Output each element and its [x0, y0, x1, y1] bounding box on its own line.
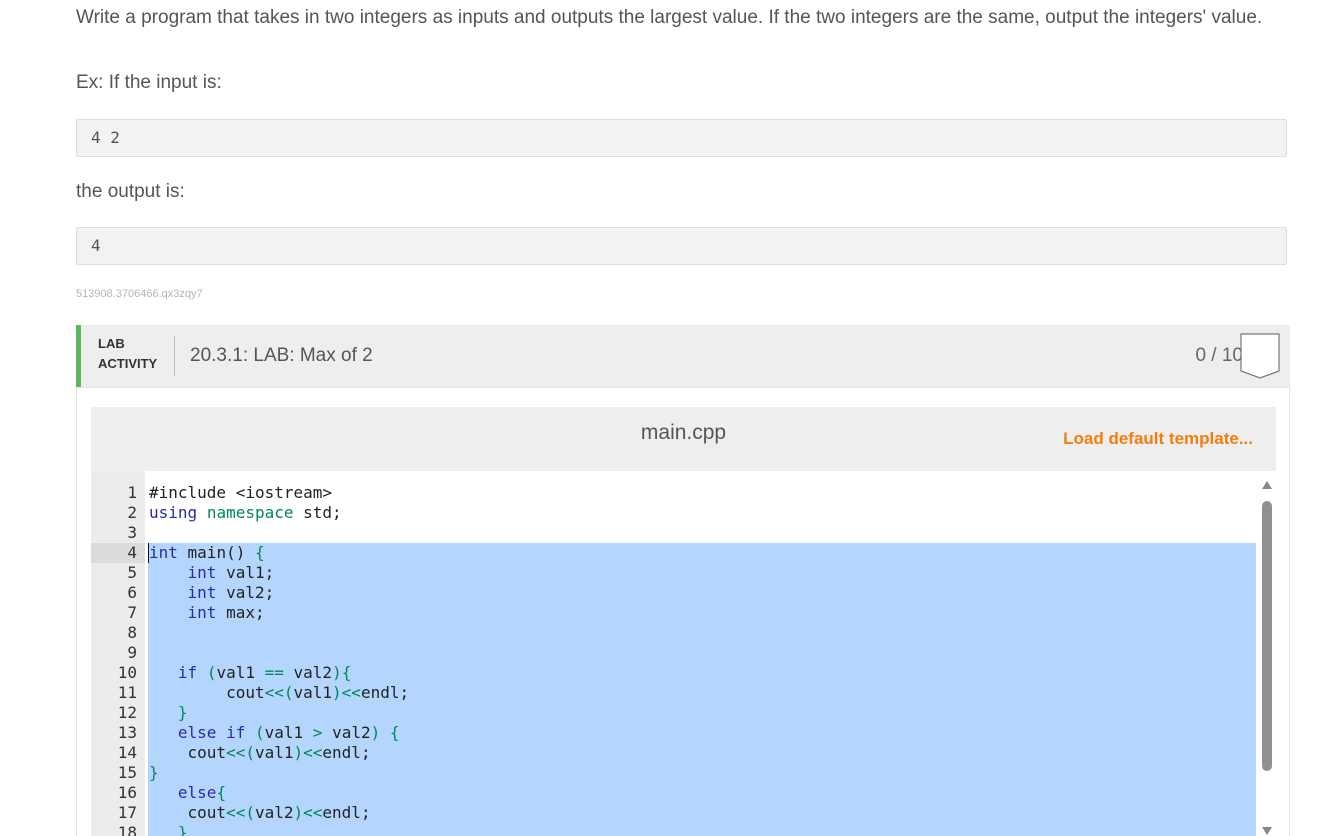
- code-line: 15}: [91, 763, 1256, 783]
- code-line: 13 else if (val1 > val2) {: [91, 723, 1256, 743]
- line-number: 7: [127, 603, 137, 622]
- line-number: 3: [127, 523, 137, 542]
- code-text[interactable]: }: [149, 703, 188, 723]
- code-line: 6 int val2;: [91, 583, 1256, 603]
- example-output-label: the output is:: [76, 181, 185, 202]
- line-number: 16: [117, 783, 137, 802]
- scroll-up-arrow-icon[interactable]: [1262, 481, 1272, 489]
- code-text[interactable]: using namespace std;: [149, 503, 342, 523]
- code-line: 17 cout<<(val2)<<endl;: [91, 803, 1256, 823]
- code-line: 8: [91, 623, 1256, 643]
- code-line: 2 using namespace std;: [91, 503, 1256, 523]
- code-text[interactable]: }: [149, 763, 159, 783]
- line-number: 2: [127, 503, 137, 522]
- file-toolbar: main.cpp Load default template...: [91, 407, 1276, 471]
- lab-tag-line2: ACTIVITY: [98, 356, 158, 371]
- code-line: 7 int max;: [91, 603, 1256, 623]
- line-number: 13: [117, 723, 137, 742]
- code-line: 18 }: [91, 823, 1256, 836]
- code-text[interactable]: else{: [149, 783, 226, 803]
- line-number: 15: [117, 763, 137, 782]
- example-output-box: 4: [76, 227, 1287, 265]
- line-number: 9: [127, 643, 137, 662]
- line-number: 10: [117, 663, 137, 682]
- code-line: 12 }: [91, 703, 1256, 723]
- code-text[interactable]: }: [149, 823, 188, 836]
- code-text[interactable]: int val2;: [149, 583, 275, 603]
- code-editor[interactable]: 1 #include <iostream> 2 using namespace st…: [91, 471, 1276, 836]
- code-line: 5 int val1;: [91, 563, 1256, 583]
- lab-activity-tag: LAB ACTIVITY: [98, 334, 157, 374]
- code-text[interactable]: if (val1 == val2){: [149, 663, 351, 683]
- code-text[interactable]: cout<<(val1)<<endl;: [149, 683, 409, 703]
- score-shield-icon: [1240, 333, 1280, 379]
- line-number: 11: [117, 683, 137, 702]
- lab-title: 20.3.1: LAB: Max of 2: [190, 345, 373, 366]
- code-text[interactable]: cout<<(val2)<<endl;: [149, 803, 371, 823]
- line-number: 4: [127, 543, 137, 562]
- line-number: 18: [117, 823, 137, 836]
- code-line: 9: [91, 643, 1256, 663]
- code-line: 11 cout<<(val1)<<endl;: [91, 683, 1256, 703]
- line-number: 14: [117, 743, 137, 762]
- load-default-template-link[interactable]: Load default template...: [1063, 429, 1253, 449]
- code-text[interactable]: cout<<(val1)<<endl;: [149, 743, 371, 763]
- code-line: 10 if (val1 == val2){: [91, 663, 1256, 683]
- line-number: 8: [127, 623, 137, 642]
- code-line: 3: [91, 523, 1256, 543]
- line-number: 5: [127, 563, 137, 582]
- code-line: 14 cout<<(val1)<<endl;: [91, 743, 1256, 763]
- line-number: 6: [127, 583, 137, 602]
- code-text[interactable]: int main() {: [149, 543, 265, 563]
- tracking-id: 513908.3706466.qx3zqy7: [76, 288, 203, 300]
- editor-scrollbar[interactable]: [1258, 471, 1276, 836]
- code-line: 1 #include <iostream>: [91, 483, 1256, 503]
- example-input-box: 4 2: [76, 119, 1287, 157]
- score-text: 0 / 10: [1195, 345, 1243, 366]
- code-text[interactable]: int val1;: [149, 563, 275, 583]
- scroll-down-arrow-icon[interactable]: [1262, 827, 1272, 835]
- problem-description: Write a program that takes in two intege…: [76, 7, 1263, 28]
- line-number: 1: [127, 483, 137, 502]
- scrollbar-thumb[interactable]: [1262, 501, 1272, 771]
- header-divider: [174, 336, 175, 376]
- code-text[interactable]: int max;: [149, 603, 265, 623]
- code-line: 4 int main() {: [91, 543, 1256, 563]
- example-input-label: Ex: If the input is:: [76, 72, 222, 93]
- code-lines[interactable]: 1 #include <iostream> 2 using namespace st…: [91, 483, 1256, 836]
- code-line: 16 else{: [91, 783, 1256, 803]
- lab-activity-header: LAB ACTIVITY 20.3.1: LAB: Max of 2 0 / 1…: [76, 325, 1290, 387]
- line-number: 17: [117, 803, 137, 822]
- lab-tag-line1: LAB: [98, 336, 125, 351]
- code-text[interactable]: else if (val1 > val2) {: [149, 723, 400, 743]
- line-number: 12: [117, 703, 137, 722]
- code-text[interactable]: #include <iostream>: [149, 483, 332, 503]
